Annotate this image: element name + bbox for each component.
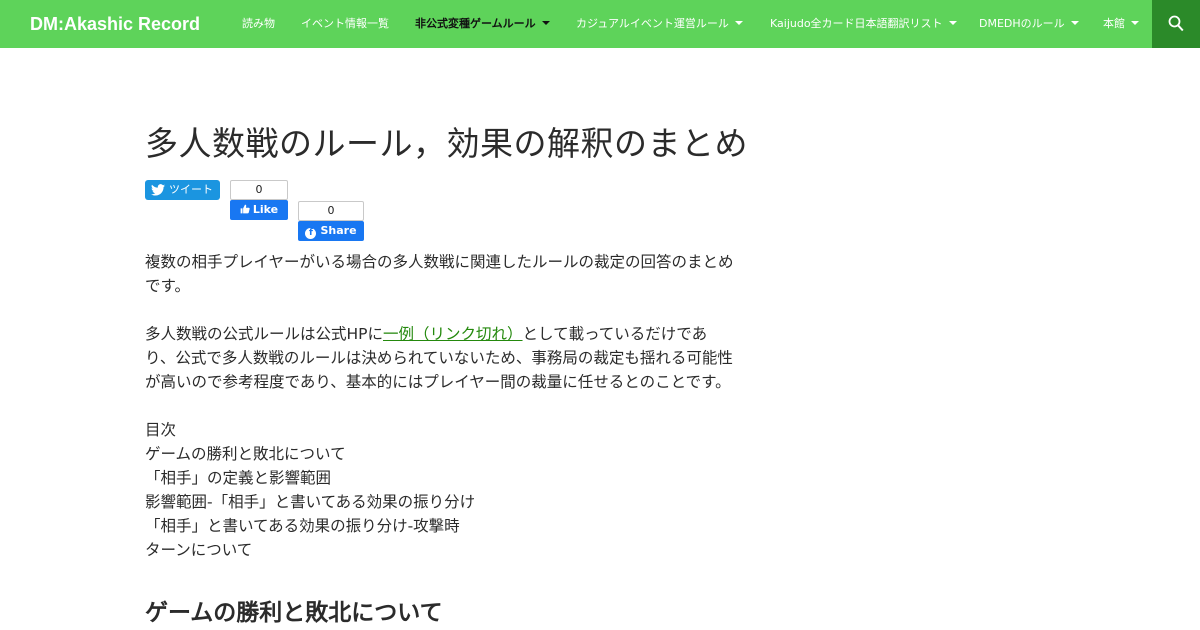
intro-paragraph: 複数の相手プレイヤーがいる場合の多人数戦に関連したルールの裁定の回答のまとめ で… [145, 250, 760, 298]
tweet-label: ツイート [169, 183, 213, 196]
chevron-down-icon [1131, 21, 1139, 25]
table-of-contents: 目次 ゲームの勝利と敗北について 「相手」の定義と影響範囲 影響範囲-「相手」と… [145, 418, 760, 562]
share-count: 0 [298, 201, 364, 221]
toc-item[interactable]: ターンについて [145, 538, 760, 562]
intro-line: 複数の相手プレイヤーがいる場合の多人数戦に関連したルールの裁定の回答のまとめ [145, 253, 734, 271]
like-button-face: Like [230, 200, 288, 220]
share-label: Share [320, 224, 357, 237]
chevron-down-icon [1070, 21, 1079, 25]
nav-label: 読み物 [242, 17, 275, 30]
disclaimer-line: 多人数戦の公式ルールは公式HPに一例（リンク切れ）として載っているだけであ [145, 322, 760, 346]
chevron-down-icon [541, 21, 550, 25]
toc-item[interactable]: 影響範囲-「相手」と書いてある効果の振り分け [145, 490, 760, 514]
toc-heading: 目次 [145, 421, 177, 439]
chevron-down-icon [734, 21, 743, 25]
site-title[interactable]: DM:Akashic Record [30, 0, 200, 48]
page-title: 多人数戦のルール，効果の解釈のまとめ [145, 124, 748, 163]
nav-item-casual-event-rules[interactable]: カジュアルイベント運営ルール [576, 0, 743, 48]
text-span: として載っているだけであ [522, 325, 708, 343]
search-button[interactable] [1152, 0, 1200, 48]
disclaimer-line: り、公式で多人数戦のルールは決められていないため、事務局の裁定も揺れる可能性 [145, 349, 733, 367]
share-button-face: f Share [298, 221, 364, 241]
nav-item-dmedh-rules[interactable]: DMEDHのルール [979, 0, 1079, 48]
thumbs-up-icon [240, 204, 250, 214]
text-span: 多人数戦の公式ルールは公式HPに [145, 325, 384, 343]
nav-label: Kaijudo全カード日本語翻訳リスト [770, 17, 943, 30]
disclaimer-line: が高いので参考程度であり、基本的にはプレイヤー間の裁量に任せるとのことです。 [145, 373, 731, 391]
nav-label: イベント情報一覧 [301, 17, 389, 30]
nav-item-main-site[interactable]: 本館 [1103, 0, 1139, 48]
nav-label: 本館 [1103, 17, 1125, 30]
site-header: DM:Akashic Record 読み物 イベント情報一覧 非公式変種ゲームル… [0, 0, 1200, 48]
nav-item-events[interactable]: イベント情報一覧 [301, 0, 389, 48]
like-label: Like [252, 203, 279, 216]
nav-item-reading[interactable]: 読み物 [242, 0, 275, 48]
section-heading: ゲームの勝利と敗北について [145, 600, 443, 626]
chevron-down-icon [948, 21, 957, 25]
intro-line: です。 [145, 277, 190, 295]
search-icon [1168, 15, 1184, 32]
facebook-like-button[interactable]: 0 Like [230, 180, 288, 220]
nav-label: 非公式変種ゲームルール [415, 17, 536, 30]
toc-item[interactable]: 「相手」と書いてある効果の振り分け-攻撃時 [145, 514, 760, 538]
disclaimer-paragraph: 多人数戦の公式ルールは公式HPに一例（リンク切れ）として載っているだけであ り、… [145, 322, 760, 394]
facebook-icon: f [305, 228, 317, 239]
toc-item[interactable]: ゲームの勝利と敗北について [145, 442, 760, 466]
like-count: 0 [230, 180, 288, 200]
facebook-share-button[interactable]: 0 f Share [298, 201, 364, 241]
nav-item-kaijudo-list[interactable]: Kaijudo全カード日本語翻訳リスト [770, 0, 957, 48]
nav-label: カジュアルイベント運営ルール [576, 17, 729, 30]
nav-item-variant-rules[interactable]: 非公式変種ゲームルール [415, 0, 550, 48]
example-link[interactable]: 一例（リンク切れ） [383, 325, 523, 343]
tweet-button[interactable]: ツイート [145, 180, 220, 200]
toc-item[interactable]: 「相手」の定義と影響範囲 [145, 466, 760, 490]
twitter-bird-icon [151, 184, 165, 196]
nav-label: DMEDHのルール [979, 17, 1065, 30]
